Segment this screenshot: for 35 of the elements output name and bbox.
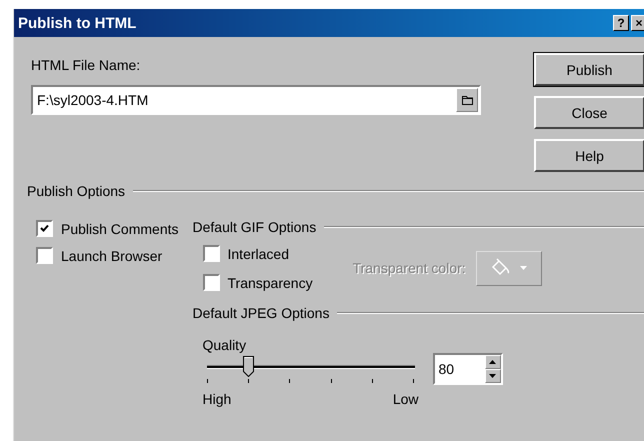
file-name-field[interactable]: F:\syl2003-4.HTM [31,85,481,115]
low-label: Low [392,391,418,407]
help-button[interactable]: Help [534,139,644,172]
group-title: Default GIF Options [192,219,316,235]
spin-down-button[interactable] [484,369,500,383]
help-title-button[interactable]: ? [613,15,629,31]
spin-up-button[interactable] [484,355,500,369]
browse-button[interactable] [456,88,478,112]
close-button[interactable]: Close [534,96,644,129]
quality-label: Quality [202,337,246,353]
caret-icon [520,266,528,270]
down-arrow-icon [489,374,496,378]
folder-icon [462,95,472,105]
checkbox[interactable] [202,274,220,291]
group-title: Publish Options [27,183,126,199]
close-title-button[interactable]: × [631,15,644,31]
transparent-color-label: Transparent color: [352,260,466,276]
window-title: Publish to HTML [18,14,136,32]
quality-spinbox[interactable]: 80 [432,353,502,385]
checkbox-option[interactable]: Launch Browser [36,247,178,264]
color-picker-button[interactable] [476,250,542,286]
checkbox-option[interactable]: Publish Comments [36,220,178,237]
publish-button[interactable]: Publish [534,53,644,86]
up-arrow-icon [489,360,496,364]
high-label: High [202,391,232,407]
checkbox[interactable] [36,247,53,264]
checkbox-option[interactable]: Transparency [202,274,313,291]
file-name-input[interactable]: F:\syl2003-4.HTM [33,92,456,108]
file-name-label: HTML File Name: [31,57,142,73]
checkbox[interactable] [202,245,220,262]
checkbox[interactable] [36,220,53,237]
group-title: Default JPEG Options [192,305,330,321]
slider-thumb[interactable] [243,356,254,377]
checkbox-option[interactable]: Interlaced [202,245,313,262]
check-mark-icon [39,223,50,234]
